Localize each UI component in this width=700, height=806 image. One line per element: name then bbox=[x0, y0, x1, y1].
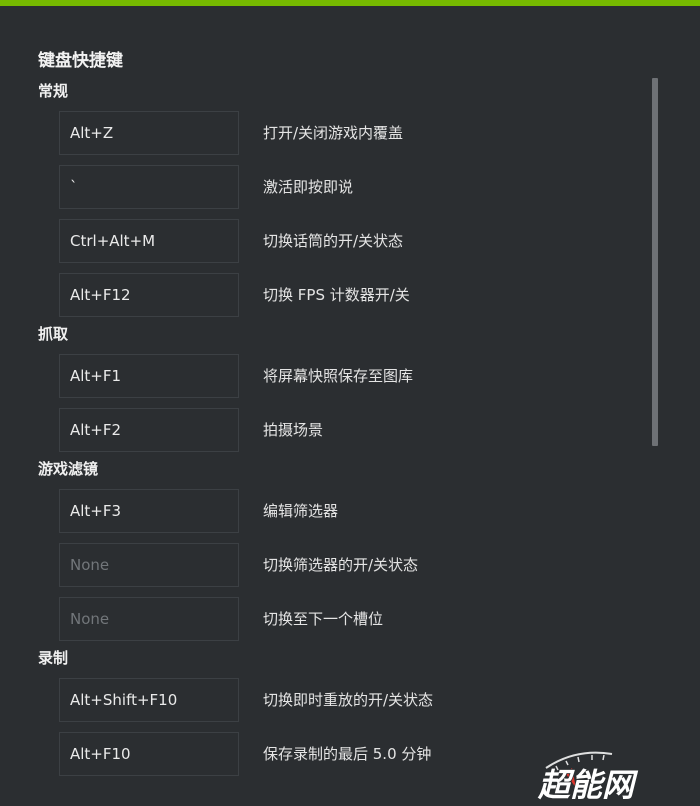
hotkey-field-instant-replay[interactable]: Alt+Shift+F10 bbox=[59, 678, 239, 722]
section-header-record: 录制 bbox=[38, 649, 69, 667]
shortcut-row: Alt+Z 打开/关闭游戏内覆盖 bbox=[0, 107, 650, 161]
shortcut-description: 切换筛选器的开/关状态 bbox=[263, 556, 419, 574]
shortcut-description: 保存录制的最后 5.0 分钟 bbox=[263, 745, 432, 763]
shortcut-description: 切换至下一个槽位 bbox=[263, 610, 384, 628]
hotkey-field-screenshot[interactable]: Alt+F1 bbox=[59, 354, 239, 398]
shortcut-row: None 切换筛选器的开/关状态 bbox=[0, 539, 650, 593]
shortcut-description: 切换 FPS 计数器开/关 bbox=[263, 286, 410, 304]
shortcut-row: None 切换至下一个槽位 bbox=[0, 593, 650, 647]
page-title: 键盘快捷键 bbox=[38, 51, 123, 71]
hotkey-field-overlay[interactable]: Alt+Z bbox=[59, 111, 239, 155]
section-header-game-filter: 游戏滤镜 bbox=[38, 460, 99, 478]
shortcut-description: 将屏幕快照保存至图库 bbox=[263, 367, 414, 385]
shortcut-description: 切换即时重放的开/关状态 bbox=[263, 691, 434, 709]
section-header-capture: 抓取 bbox=[38, 325, 69, 343]
watermark-logo: 超能网 bbox=[536, 751, 640, 802]
shortcut-description: 拍摄场景 bbox=[263, 421, 324, 439]
scrollbar-thumb[interactable] bbox=[652, 78, 658, 446]
hotkey-field-push-to-talk[interactable]: ` bbox=[59, 165, 239, 209]
hotkey-field-fps-counter[interactable]: Alt+F12 bbox=[59, 273, 239, 317]
shortcut-description: 切换话筒的开/关状态 bbox=[263, 232, 404, 250]
hotkey-field-toggle-filter[interactable]: None bbox=[59, 543, 239, 587]
hotkey-field-edit-filter[interactable]: Alt+F3 bbox=[59, 489, 239, 533]
shortcut-row: Ctrl+Alt+M 切换话筒的开/关状态 bbox=[0, 215, 650, 269]
shortcut-list: 常规 Alt+Z 打开/关闭游戏内覆盖 ` 激活即按即说 Ctrl+Alt+M … bbox=[0, 80, 650, 782]
scrollbar-track[interactable] bbox=[652, 78, 658, 758]
hotkey-field-photo-mode[interactable]: Alt+F2 bbox=[59, 408, 239, 452]
shortcut-description: 编辑筛选器 bbox=[263, 502, 339, 520]
section-header-general: 常规 bbox=[38, 82, 69, 100]
shortcut-row: Alt+F12 切换 FPS 计数器开/关 bbox=[0, 269, 650, 323]
watermark-text: 超能网 bbox=[537, 766, 639, 802]
shortcut-row: ` 激活即按即说 bbox=[0, 161, 650, 215]
shortcut-row: Alt+F3 编辑筛选器 bbox=[0, 485, 650, 539]
shortcut-row: Alt+F2 拍摄场景 bbox=[0, 404, 650, 458]
shortcut-row: Alt+Shift+F10 切换即时重放的开/关状态 bbox=[0, 674, 650, 728]
shortcut-description: 打开/关闭游戏内覆盖 bbox=[263, 124, 404, 142]
hotkey-field-save-recording[interactable]: Alt+F10 bbox=[59, 732, 239, 776]
shortcut-row: Alt+F1 将屏幕快照保存至图库 bbox=[0, 350, 650, 404]
shortcut-description: 激活即按即说 bbox=[263, 178, 354, 196]
hotkey-field-next-slot[interactable]: None bbox=[59, 597, 239, 641]
hotkey-field-microphone[interactable]: Ctrl+Alt+M bbox=[59, 219, 239, 263]
